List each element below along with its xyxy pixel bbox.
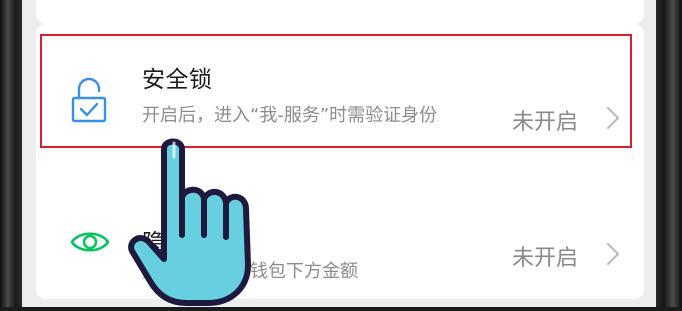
- privacy-protection-status: 未开启: [511, 246, 578, 271]
- phone-frame-left: [0, 0, 22, 307]
- eye-icon: [70, 227, 110, 261]
- settings-card-top: [36, 0, 644, 24]
- chevron-right-icon: [606, 242, 620, 270]
- phone-frame-right: [656, 0, 682, 307]
- highlight-box: [40, 34, 632, 148]
- pointing-hand-icon: [120, 135, 280, 307]
